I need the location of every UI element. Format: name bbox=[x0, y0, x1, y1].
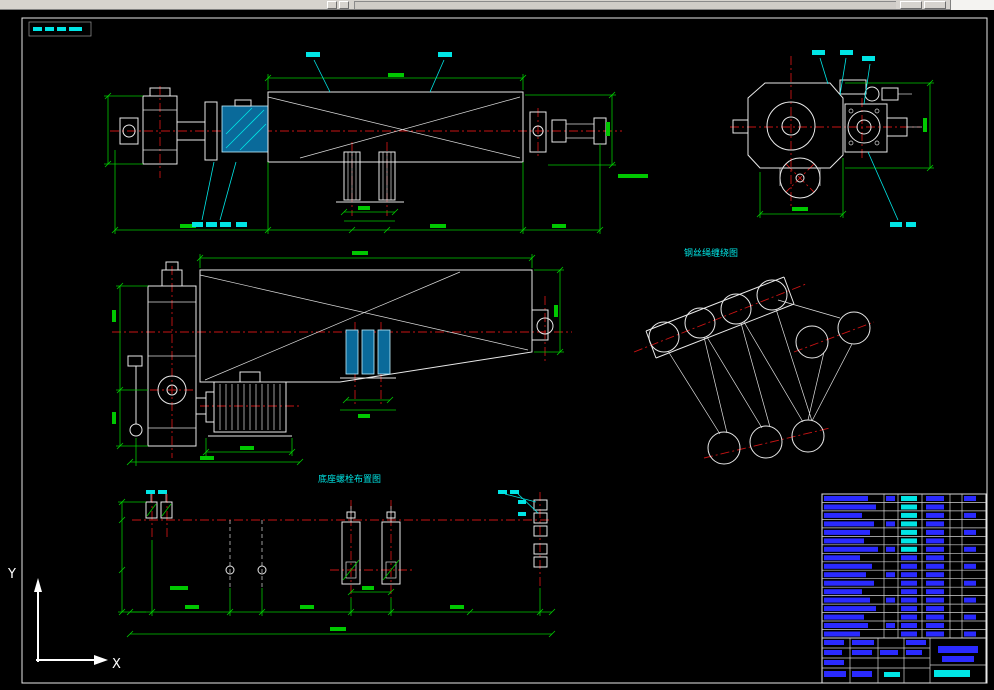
toolbar-strip bbox=[0, 0, 994, 10]
toolbar-button[interactable] bbox=[327, 1, 337, 9]
end-view-callouts bbox=[812, 50, 916, 227]
ucs-x-label: X bbox=[112, 657, 121, 672]
title-block-bottom bbox=[824, 640, 978, 677]
bolt-layout-callouts bbox=[146, 490, 539, 516]
reeving-geometry bbox=[645, 276, 871, 465]
front-view-geometry bbox=[119, 87, 607, 203]
side-view bbox=[112, 251, 572, 466]
ucs-icon: Y X bbox=[7, 567, 121, 672]
end-view-centerlines bbox=[730, 56, 920, 208]
side-view-dimensions bbox=[112, 251, 564, 466]
corner-stamp bbox=[28, 21, 92, 37]
toolbar-button[interactable] bbox=[339, 1, 349, 9]
side-view-centerlines bbox=[112, 266, 572, 458]
palette-fragment bbox=[950, 0, 994, 10]
ucs-y-label: Y bbox=[7, 567, 16, 582]
drawing-canvas-area: 钢丝绳缠绕图 底座螺栓布置图 Y X bbox=[0, 10, 994, 690]
title-block bbox=[821, 493, 987, 684]
parts-list bbox=[822, 493, 986, 639]
reeving-diagram: 钢丝绳缠绕图 bbox=[633, 247, 875, 465]
toolbar-button[interactable] bbox=[900, 1, 922, 9]
front-view-centerlines bbox=[110, 86, 622, 216]
drawing-canvas[interactable]: 钢丝绳缠绕图 底座螺栓布置图 Y X bbox=[0, 10, 994, 690]
toolbar-field bbox=[354, 1, 896, 9]
bolt-layout-view: 底座螺栓布置图 bbox=[118, 473, 556, 638]
application-window: 钢丝绳缠绕图 底座螺栓布置图 Y X bbox=[0, 0, 994, 690]
toolbar-button[interactable] bbox=[924, 1, 946, 9]
end-view bbox=[730, 50, 934, 227]
side-view-geometry bbox=[127, 261, 554, 447]
reeving-title: 钢丝绳缠绕图 bbox=[684, 247, 738, 259]
end-view-geometry bbox=[732, 79, 922, 199]
bolt-layout-title: 底座螺栓布置图 bbox=[318, 473, 381, 485]
bolt-layout-geometry bbox=[145, 494, 548, 588]
front-view-dimensions bbox=[104, 73, 648, 234]
front-view bbox=[104, 52, 648, 234]
